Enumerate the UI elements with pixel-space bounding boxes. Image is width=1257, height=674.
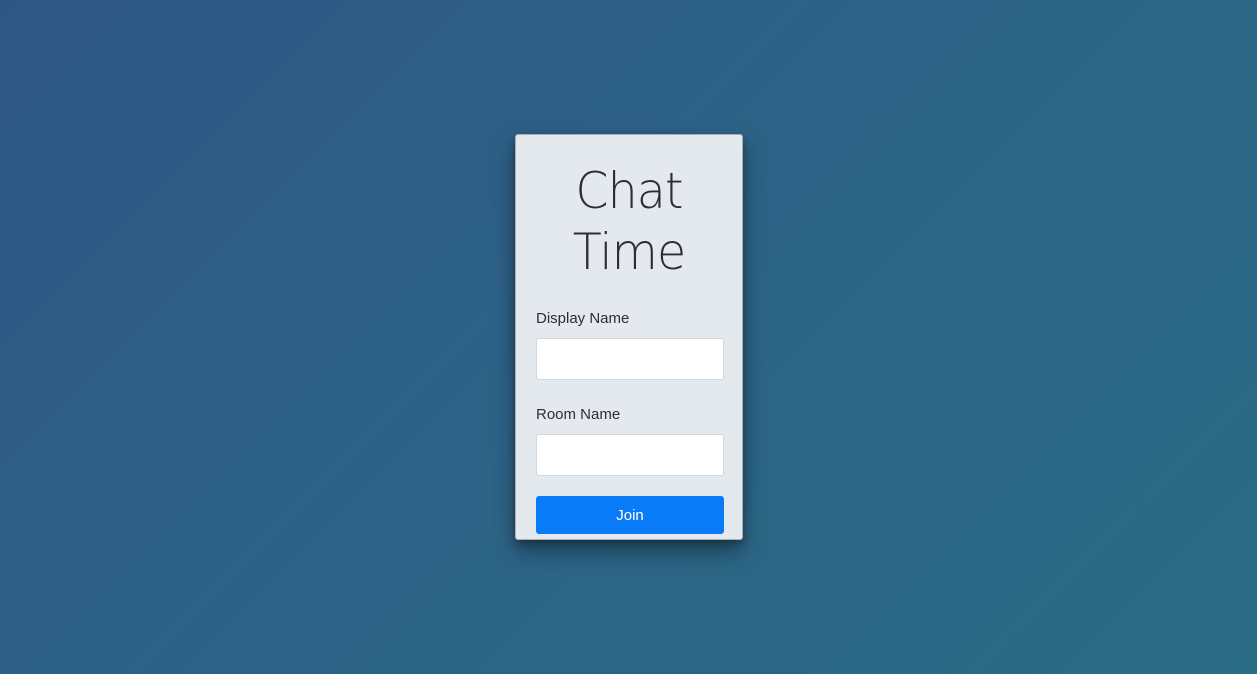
app-title-line-2: Time: [572, 223, 686, 281]
room-name-label: Room Name: [536, 406, 621, 423]
room-name-input[interactable]: [536, 434, 724, 476]
app-title-line-1: Chat: [575, 162, 683, 220]
display-name-label: Display Name: [536, 310, 630, 327]
join-button[interactable]: Join: [536, 496, 724, 534]
app-title: Chat Time: [541, 161, 718, 283]
join-card: Chat Time Display Name Room Name Join: [515, 134, 743, 540]
display-name-input[interactable]: [536, 338, 724, 380]
